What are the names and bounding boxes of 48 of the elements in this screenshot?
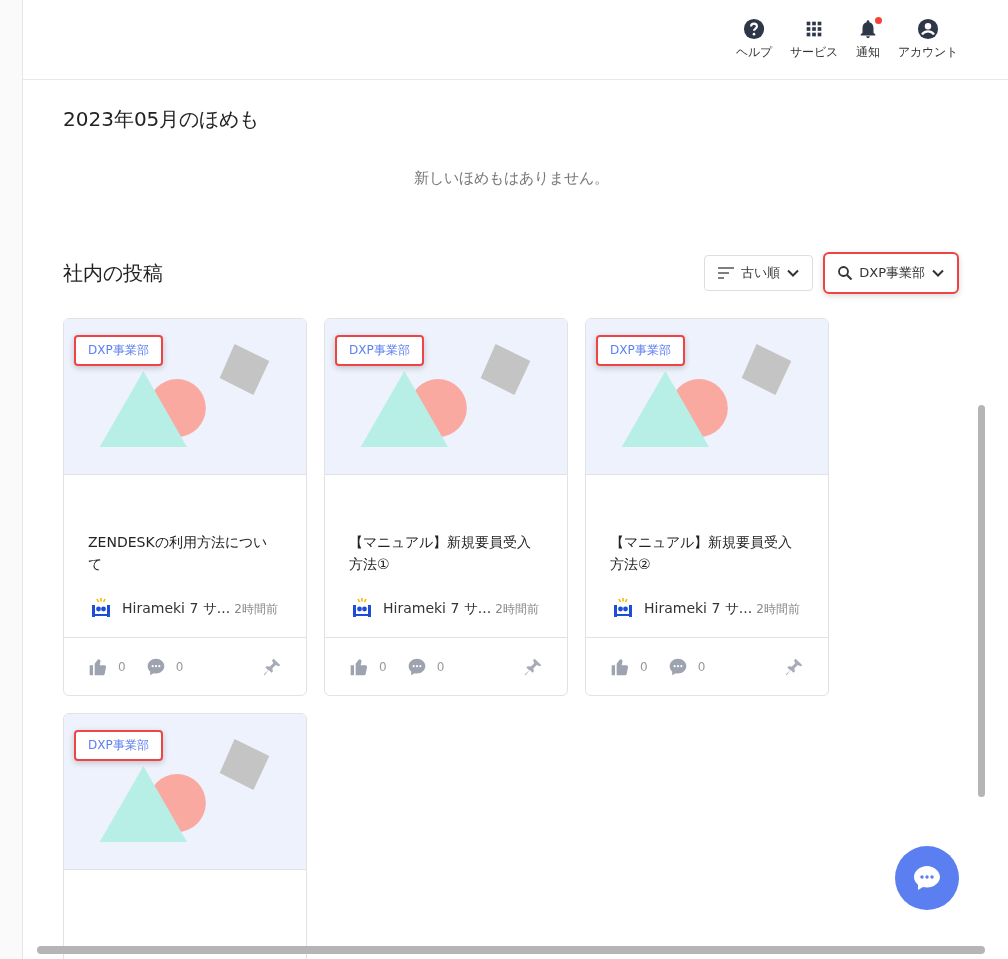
department-tag: DXP事業部 [74,335,163,366]
post-title: 【マニュアル】新規要員受入方法② [610,533,793,574]
thumbs-up-icon [610,656,630,677]
like-count: 0 [379,659,387,674]
sort-button[interactable]: 古い順 [704,255,814,291]
header-action-button[interactable]: ヘルプ [734,18,774,61]
scrollbar[interactable] [978,405,985,797]
comment-icon [145,656,166,677]
author-name: Hirameki 7 サ... [644,600,753,618]
post-title: 【マニュアル】新規要員受入方法① [349,533,532,574]
post-title: ZENDESKの利用方法について [88,533,268,574]
filter-button[interactable]: DXP事業部 [823,252,959,294]
post-card[interactable]: DXP事業部 [63,713,307,959]
pin-icon[interactable] [523,656,543,677]
like-count: 0 [640,659,648,674]
section-title: 2023年05月のほめも [63,106,261,133]
post-card[interactable]: DXP事業部 【マニュアル】新規要員受入方法② Hirameki 7 サ... 2時間前 0 0 [585,318,829,696]
comment-icon [667,656,688,677]
comment-icon [406,656,427,677]
thumbs-up-icon [88,656,108,677]
department-tag: DXP事業部 [74,730,163,761]
thumbs-up-icon [349,656,369,677]
post-time: 2時間前 [495,600,539,618]
post-time: 2時間前 [234,600,278,618]
empty-message: 新しいほめもはありません。 [412,169,610,188]
post-time: 2時間前 [756,600,800,618]
comment-count: 0 [697,659,706,674]
section-title: 社内の投稿 [63,259,163,287]
header-action-button[interactable]: サービス [788,18,840,61]
post-card[interactable]: DXP事業部 ZENDESKの利用方法について Hirameki 7 サ... 2時間前 0 0 [63,318,307,696]
pin-icon[interactable] [262,656,282,677]
post-card[interactable]: DXP事業部 【マニュアル】新規要員受入方法① Hirameki 7 サ... 2時間前 0 0 [324,318,568,696]
comment-count: 0 [175,659,184,674]
department-tag: DXP事業部 [335,335,424,366]
author-name: Hirameki 7 サ... [383,600,492,618]
chat-icon [912,864,942,892]
scrollbar[interactable] [37,946,985,954]
header-action-button[interactable]: アカウント [896,18,960,61]
sort-icon [717,266,736,280]
pin-icon[interactable] [784,656,804,677]
author-name: Hirameki 7 サ... [122,600,231,618]
like-count: 0 [118,659,126,674]
help-icon [743,18,765,40]
account-icon [917,18,939,40]
search-icon [837,265,854,281]
department-tag: DXP事業部 [596,335,685,366]
comment-count: 0 [436,659,445,674]
header-action-button[interactable]: 通知 [854,18,882,61]
